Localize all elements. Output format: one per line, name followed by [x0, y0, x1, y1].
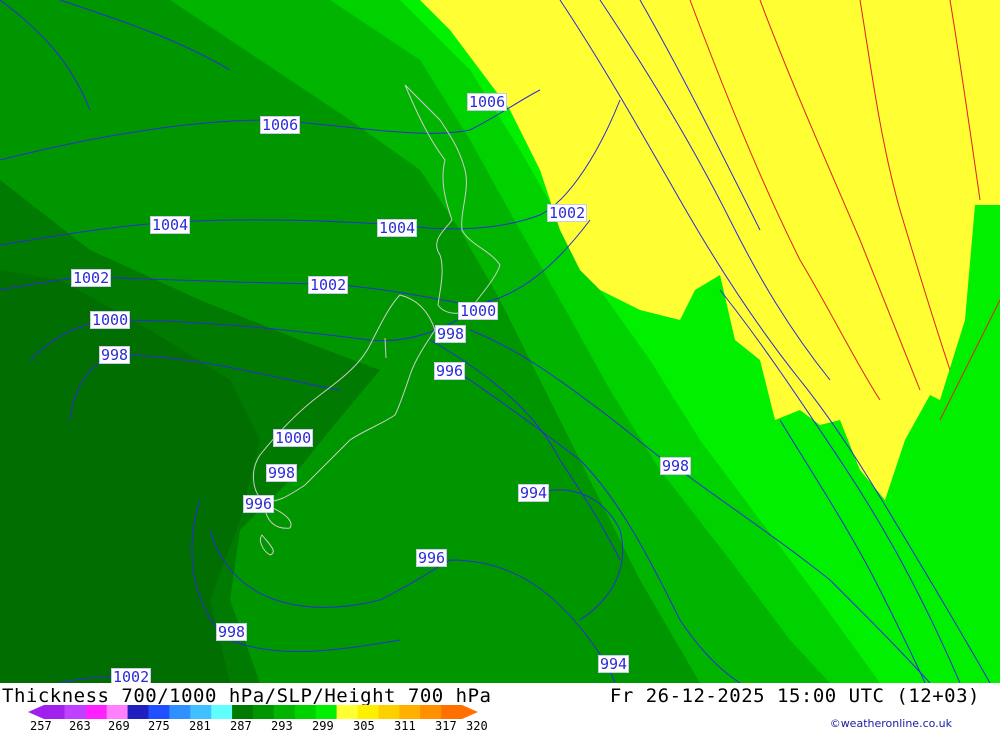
legend-swatch [64, 705, 87, 719]
legend-tick: 287 [230, 719, 252, 733]
isobar-label: 994 [518, 484, 550, 502]
isobar-label: 1002 [547, 204, 588, 222]
legend-tick: 320 [466, 719, 488, 733]
isobar-label: 1006 [260, 116, 301, 134]
isobar-label: 1002 [308, 276, 349, 294]
legend-swatch [315, 705, 338, 719]
legend-swatch [211, 705, 233, 719]
legend-tick: 263 [69, 719, 91, 733]
legend-swatch [441, 705, 478, 719]
legend-ticks: 257 263 269 275 281 287 293 299 305 311 … [0, 720, 520, 734]
isobar-label: 1004 [377, 219, 418, 237]
legend-swatch [336, 705, 358, 719]
legend-tick: 317 [435, 719, 457, 733]
legend-swatch [127, 705, 149, 719]
legend-swatch [232, 705, 254, 719]
isobar-label: 998 [435, 325, 467, 343]
legend-tick: 299 [312, 719, 334, 733]
isobar-label: 1000 [90, 311, 131, 329]
legend-tick: 257 [30, 719, 52, 733]
legend-tick: 293 [271, 719, 293, 733]
legend-tick: 311 [394, 719, 416, 733]
isobar-label: 996 [243, 495, 275, 513]
isobar-label: 1004 [150, 216, 191, 234]
map-title: Thickness 700/1000 hPa/SLP/Height 700 hP… [2, 685, 492, 707]
legend-swatch [148, 705, 170, 719]
isobar-label: 996 [434, 362, 466, 380]
footer: Thickness 700/1000 hPa/SLP/Height 700 hP… [0, 683, 1000, 733]
color-legend [28, 705, 478, 719]
legend-tick: 281 [189, 719, 211, 733]
credit-link[interactable]: ©weatheronline.co.uk [830, 717, 952, 730]
legend-tick: 305 [353, 719, 375, 733]
weather-map: 1006 1006 1004 1004 1002 1002 1002 1000 … [0, 0, 1000, 683]
legend-swatch [420, 705, 442, 719]
legend-swatch [273, 705, 296, 719]
isobar-label: 1002 [111, 668, 152, 683]
legend-tick: 269 [108, 719, 130, 733]
isobar-label: 994 [598, 655, 630, 673]
legend-swatch [399, 705, 421, 719]
legend-swatch [28, 705, 65, 719]
isobar-label: 998 [216, 623, 248, 641]
isobar-label: 1000 [458, 302, 499, 320]
legend-swatch [294, 705, 317, 719]
legend-swatch [253, 705, 275, 719]
legend-tick: 275 [148, 719, 170, 733]
legend-swatch [85, 705, 108, 719]
isobar-label: 1000 [273, 429, 314, 447]
legend-swatch [106, 705, 129, 719]
isobar-label: 1002 [71, 269, 112, 287]
legend-swatch [378, 705, 400, 719]
forecast-datetime: Fr 26-12-2025 15:00 UTC (12+03) [609, 685, 980, 707]
legend-swatch [190, 705, 212, 719]
isobar-label: 998 [660, 457, 692, 475]
isobar-label: 996 [416, 549, 448, 567]
legend-swatch [169, 705, 191, 719]
isobar-label: 1006 [467, 93, 508, 111]
legend-swatch [357, 705, 379, 719]
isobar-label: 998 [266, 464, 298, 482]
isobar-label: 998 [99, 346, 131, 364]
